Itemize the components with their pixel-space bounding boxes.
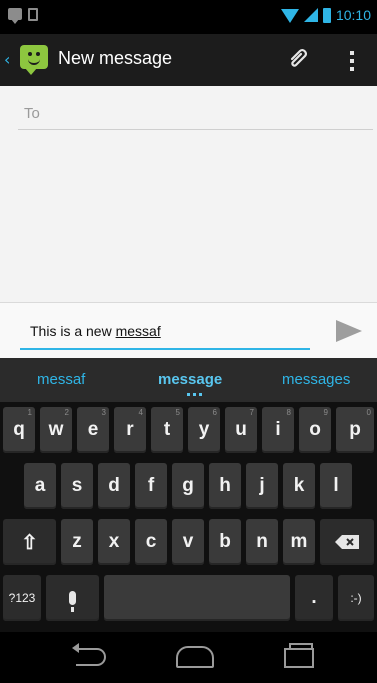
suggestion-right[interactable]: messages	[282, 371, 350, 388]
key-q[interactable]: 1q	[3, 407, 35, 453]
key-b[interactable]: b	[209, 519, 241, 565]
space-key[interactable]	[104, 575, 290, 621]
message-notification-icon	[8, 8, 22, 24]
eye-left	[28, 52, 32, 56]
key-h[interactable]: h	[209, 463, 241, 509]
messaging-app-icon[interactable]	[20, 45, 48, 75]
wifi-icon	[280, 9, 299, 23]
status-bar: 10:10	[0, 0, 377, 34]
key-w[interactable]: 2w	[40, 407, 72, 453]
shift-icon: ⇧	[21, 531, 38, 554]
smile	[28, 58, 40, 65]
suggestion-strip: messaf message messages	[0, 358, 377, 402]
recipient-placeholder: To	[24, 105, 40, 122]
key-n[interactable]: n	[246, 519, 278, 565]
key-u[interactable]: 7u	[225, 407, 257, 453]
message-text: This is a new messaf	[30, 323, 161, 339]
up-icon[interactable]: ‹	[4, 50, 10, 69]
status-notifications	[8, 8, 38, 24]
key-c[interactable]: c	[135, 519, 167, 565]
key-r[interactable]: 4r	[114, 407, 146, 453]
navigation-bar	[0, 632, 377, 683]
suggestion-left[interactable]: messaf	[37, 371, 85, 388]
status-time: 10:10	[335, 7, 371, 23]
recipient-field[interactable]: To	[18, 101, 373, 130]
soft-keyboard: 1q 2w 3e 4r 5t 6y 7u 8i 9o 0p a s d f g …	[0, 402, 377, 632]
home-icon[interactable]	[176, 646, 214, 668]
back-icon[interactable]	[72, 643, 106, 666]
signal-icon	[303, 8, 318, 22]
overflow-icon[interactable]	[350, 51, 354, 71]
key-m[interactable]: m	[283, 519, 315, 565]
symbols-key[interactable]: ?123	[3, 575, 41, 621]
key-e[interactable]: 3e	[77, 407, 109, 453]
compose-bar: This is a new messaf	[0, 302, 377, 359]
eye-right	[36, 52, 40, 56]
attach-icon[interactable]	[286, 47, 312, 73]
key-y[interactable]: 6y	[188, 407, 220, 453]
message-content-area: To	[0, 86, 377, 302]
page-title: New message	[58, 48, 173, 68]
delete-key[interactable]	[320, 519, 374, 565]
message-input[interactable]: This is a new messaf	[20, 314, 310, 350]
message-text-prefix: This is a new	[30, 323, 116, 339]
key-o[interactable]: 9o	[299, 407, 331, 453]
key-a[interactable]: a	[24, 463, 56, 509]
key-z[interactable]: z	[61, 519, 93, 565]
key-d[interactable]: d	[98, 463, 130, 509]
key-g[interactable]: g	[172, 463, 204, 509]
key-f[interactable]: f	[135, 463, 167, 509]
send-icon[interactable]	[336, 320, 362, 342]
key-k[interactable]: k	[283, 463, 315, 509]
more-suggestions-indicator	[187, 393, 203, 396]
key-p[interactable]: 0p	[336, 407, 374, 453]
key-j[interactable]: j	[246, 463, 278, 509]
recent-apps-icon[interactable]	[284, 643, 314, 668]
shift-key[interactable]: ⇧	[3, 519, 56, 565]
microphone-icon	[69, 591, 76, 612]
period-key[interactable]: .	[295, 575, 333, 621]
key-v[interactable]: v	[172, 519, 204, 565]
suggestion-center[interactable]: message	[158, 371, 222, 388]
action-bar: ‹ New message	[0, 34, 377, 88]
emoticon-key[interactable]: :-)	[338, 575, 374, 621]
key-l[interactable]: l	[320, 463, 352, 509]
backspace-icon	[335, 535, 359, 549]
sd-card-icon	[28, 8, 38, 21]
key-t[interactable]: 5t	[151, 407, 183, 453]
status-system: 10:10	[280, 7, 371, 23]
key-s[interactable]: s	[61, 463, 93, 509]
key-x[interactable]: x	[98, 519, 130, 565]
key-i[interactable]: 8i	[262, 407, 294, 453]
battery-icon	[322, 7, 331, 23]
voice-input-key[interactable]	[46, 575, 99, 621]
message-composing-word: messaf	[115, 323, 161, 339]
